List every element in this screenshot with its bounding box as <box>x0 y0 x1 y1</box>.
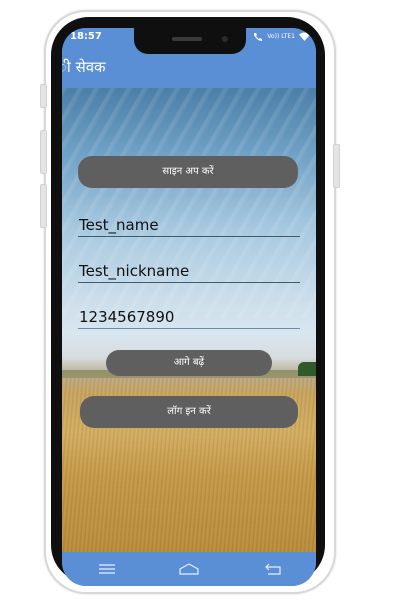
name-value: Test_name <box>79 216 159 234</box>
wifi-icon <box>299 32 310 41</box>
status-time: 18:57 <box>70 31 102 42</box>
menu-icon[interactable] <box>96 560 118 578</box>
app-title: ी सेवक <box>62 58 106 76</box>
back-icon[interactable] <box>262 560 284 578</box>
speaker-grille <box>172 37 202 41</box>
phone-value: 1234567890 <box>79 308 175 326</box>
background-image: साइन अप करें Test_name Test_nickname 123… <box>62 88 316 552</box>
screen: 18:57 Vo)) LTE1 ी सेवक साइन अप करें Test… <box>62 28 316 586</box>
status-icons: Vo)) LTE1 <box>253 32 310 41</box>
next-button[interactable]: आगे बढ़ें <box>106 350 272 376</box>
volume-up-button <box>40 84 47 108</box>
navigation-bar <box>62 552 316 586</box>
login-button[interactable]: लॉग इन करें <box>80 396 298 428</box>
phone-icon <box>254 33 263 41</box>
nickname-value: Test_nickname <box>79 262 190 280</box>
trees <box>298 362 316 376</box>
front-camera <box>222 36 228 42</box>
app-bar: ी सेवक <box>62 48 316 88</box>
name-field[interactable]: Test_name <box>78 212 300 237</box>
phone-frame: 18:57 Vo)) LTE1 ी सेवक साइन अप करें Test… <box>40 10 340 594</box>
signup-button[interactable]: साइन अप करें <box>78 156 298 188</box>
sky-clouds <box>62 88 316 318</box>
side-button <box>40 184 47 228</box>
power-button <box>333 144 340 188</box>
phone-field[interactable]: 1234567890 <box>78 304 300 329</box>
nickname-field[interactable]: Test_nickname <box>78 258 300 283</box>
home-icon[interactable] <box>178 560 200 578</box>
notch <box>134 28 246 54</box>
network-label: Vo)) LTE1 <box>267 33 295 40</box>
volume-down-button <box>40 130 47 174</box>
